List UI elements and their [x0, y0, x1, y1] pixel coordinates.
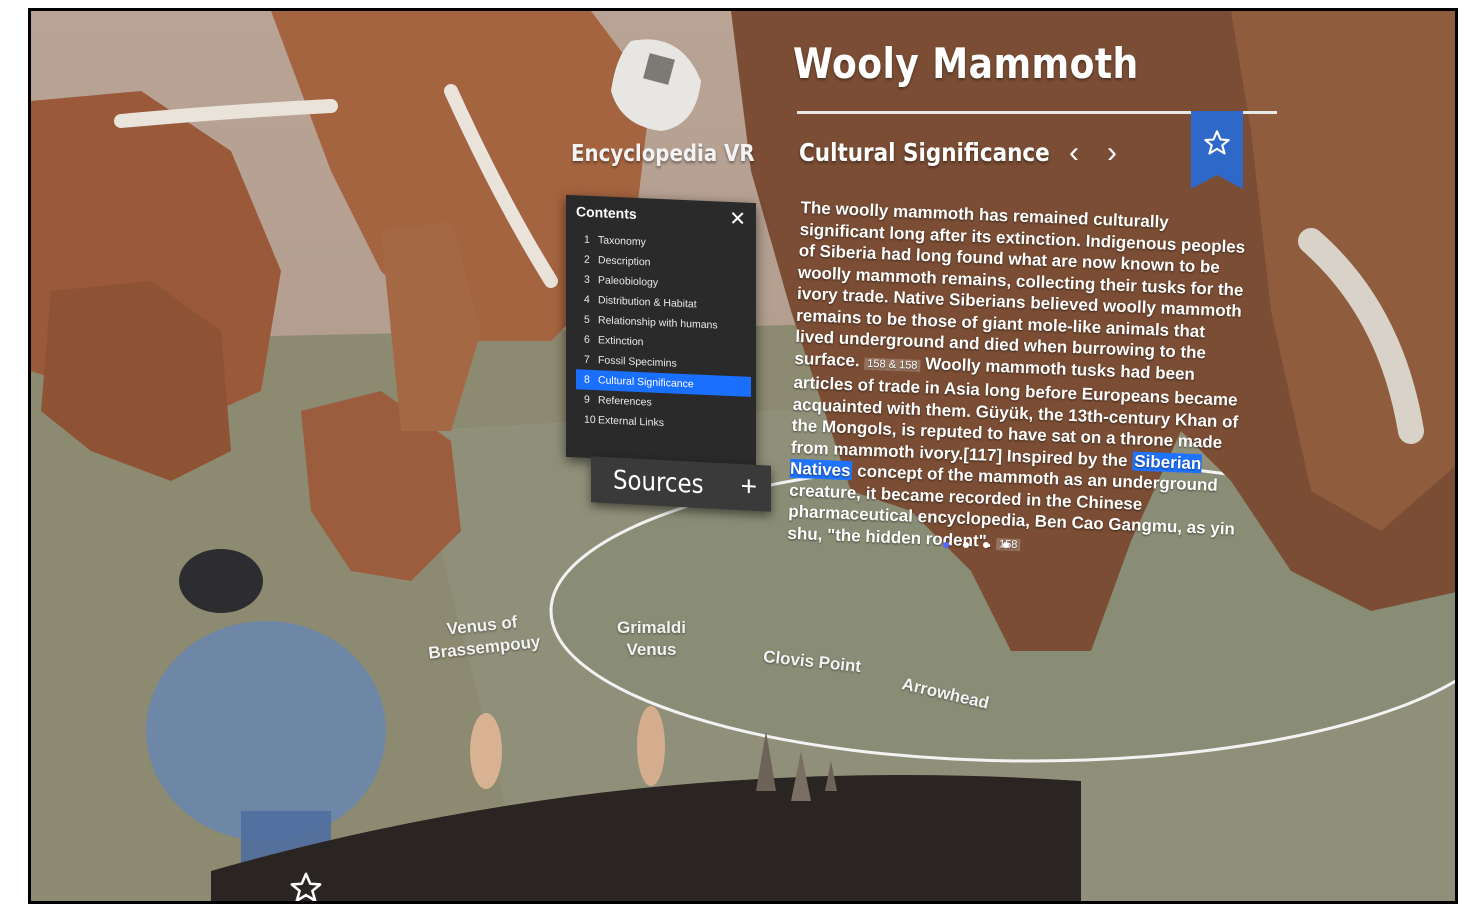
chevron-left-icon: ‹ [1069, 136, 1079, 169]
contents-heading: Contents [576, 203, 637, 222]
prev-section-button[interactable]: ‹ [1059, 133, 1089, 173]
vr-viewport: Wooly Mammoth Encyclopedia VR Cultural S… [28, 8, 1458, 904]
star-icon [1204, 130, 1230, 155]
section-title: Cultural Significance [799, 138, 1050, 167]
page-dot[interactable] [1003, 542, 1009, 548]
article-paragraph-part: The woolly mammoth has remained cultural… [794, 197, 1246, 370]
artifact-label[interactable]: Grimaldi Venus [617, 617, 686, 661]
next-section-button[interactable]: › [1097, 133, 1127, 173]
close-icon: ✕ [729, 207, 746, 231]
close-contents-button[interactable]: ✕ [729, 206, 746, 232]
plus-icon: + [740, 470, 757, 502]
star-icon[interactable] [289, 871, 323, 904]
page-dot[interactable] [963, 542, 969, 548]
chevron-right-icon: › [1107, 136, 1117, 169]
citation-badge[interactable]: 158 & 158 [864, 357, 921, 372]
app-brand: Encyclopedia VR [571, 141, 755, 167]
sources-panel[interactable]: Sources + [591, 456, 771, 512]
page-indicator [943, 535, 1023, 553]
add-source-button[interactable]: + [741, 470, 757, 503]
contents-list: 1 Taxonomy 2 Description 3 Paleobiology 4 Di… [576, 229, 751, 437]
sources-label: Sources [613, 465, 704, 501]
article-title: Wooly Mammoth [793, 39, 1139, 88]
article-body: The woolly mammoth has remained cultural… [787, 197, 1251, 565]
page-dot[interactable] [943, 542, 949, 548]
contents-panel: Contents ✕ 1 Taxonomy 2 Description 3 Paleo… [566, 194, 756, 466]
page-dot[interactable] [983, 542, 989, 548]
